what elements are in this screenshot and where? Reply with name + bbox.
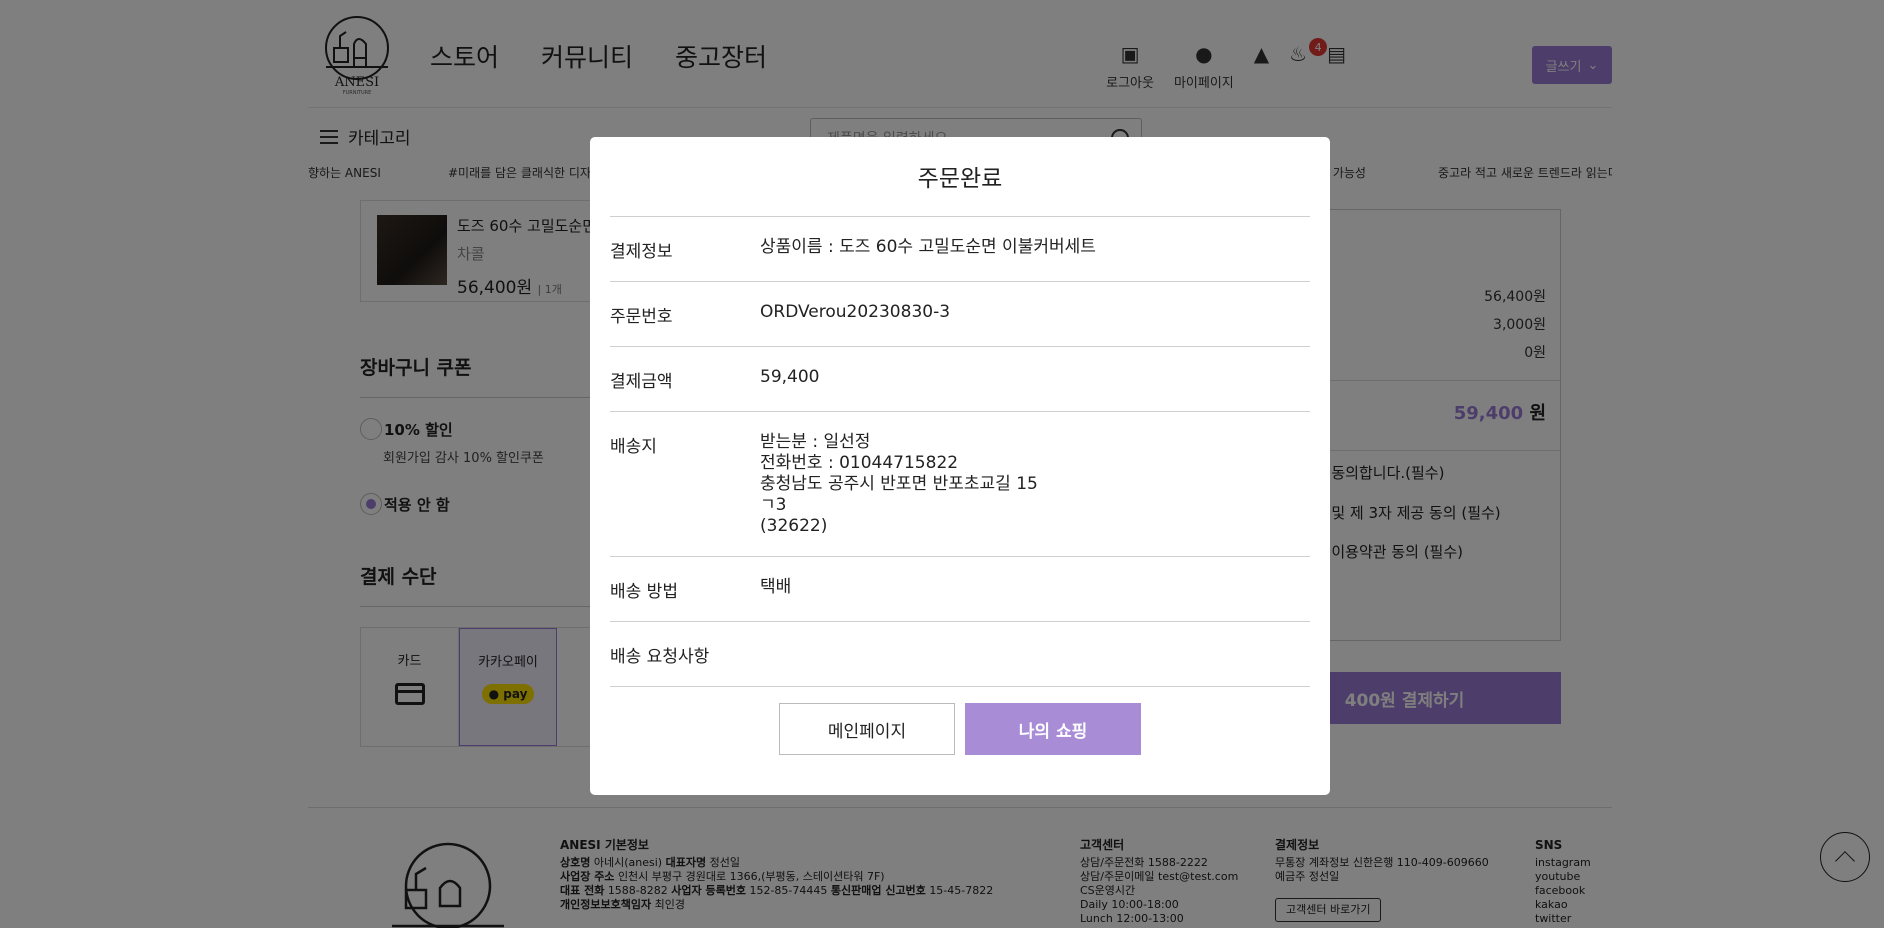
row-value: 상품이름 : 도즈 60수 고밀도순면 이불커버세트: [760, 237, 1096, 257]
row-value: ORDVerou20230830-3: [760, 302, 951, 322]
address-detail: ㄱ3: [760, 495, 787, 515]
order-info-row: 결제정보 상품이름 : 도즈 60수 고밀도순면 이불커버세트: [610, 217, 1310, 282]
row-label: 주문번호: [610, 307, 673, 327]
row-label: 결제정보: [610, 242, 673, 262]
shipping-address: 받는분 : 일선정 전화번호 : 01044715822 충청남도 공주시 반포…: [760, 432, 1310, 537]
modal-title: 주문완료: [917, 166, 1003, 192]
row-value: 택배: [760, 577, 792, 597]
row-label: 배송 방법: [610, 582, 678, 602]
order-page: ANESI FURNITURE 스토어 커뮤니티 중고장터 ▣ 로그아웃 ● 마…: [0, 0, 1884, 928]
order-info-row: 배송지 받는분 : 일선정 전화번호 : 01044715822 충청남도 공주…: [610, 412, 1310, 557]
order-info-row: 배송 방법 택배: [610, 557, 1310, 622]
row-label: 배송 요청사항: [610, 647, 710, 667]
modal-actions: 메인페이지 나의 쇼핑: [590, 703, 1330, 755]
recipient-phone: 전화번호 : 01044715822: [760, 453, 959, 473]
address-line: 충청남도 공주시 반포면 반포초교길 15: [760, 474, 1038, 494]
recipient-name: 받는분 : 일선정: [760, 432, 871, 452]
order-info-row: 결제금액 59,400: [610, 347, 1310, 412]
row-value: 59,400: [760, 367, 820, 387]
main-page-button[interactable]: 메인페이지: [779, 703, 955, 755]
row-label: 배송지: [610, 437, 657, 457]
postal-code: (32622): [760, 516, 828, 536]
order-info-row: 배송 요청사항: [610, 622, 1310, 687]
order-info-row: 주문번호 ORDVerou20230830-3: [610, 282, 1310, 347]
my-shopping-button[interactable]: 나의 쇼핑: [965, 703, 1141, 755]
row-value: [760, 642, 1310, 667]
order-info-table: 결제정보 상품이름 : 도즈 60수 고밀도순면 이불커버세트 주문번호 ORD…: [610, 216, 1310, 687]
order-complete-modal: 주문완료 결제정보 상품이름 : 도즈 60수 고밀도순면 이불커버세트 주문번…: [590, 137, 1330, 795]
row-label: 결제금액: [610, 372, 673, 392]
